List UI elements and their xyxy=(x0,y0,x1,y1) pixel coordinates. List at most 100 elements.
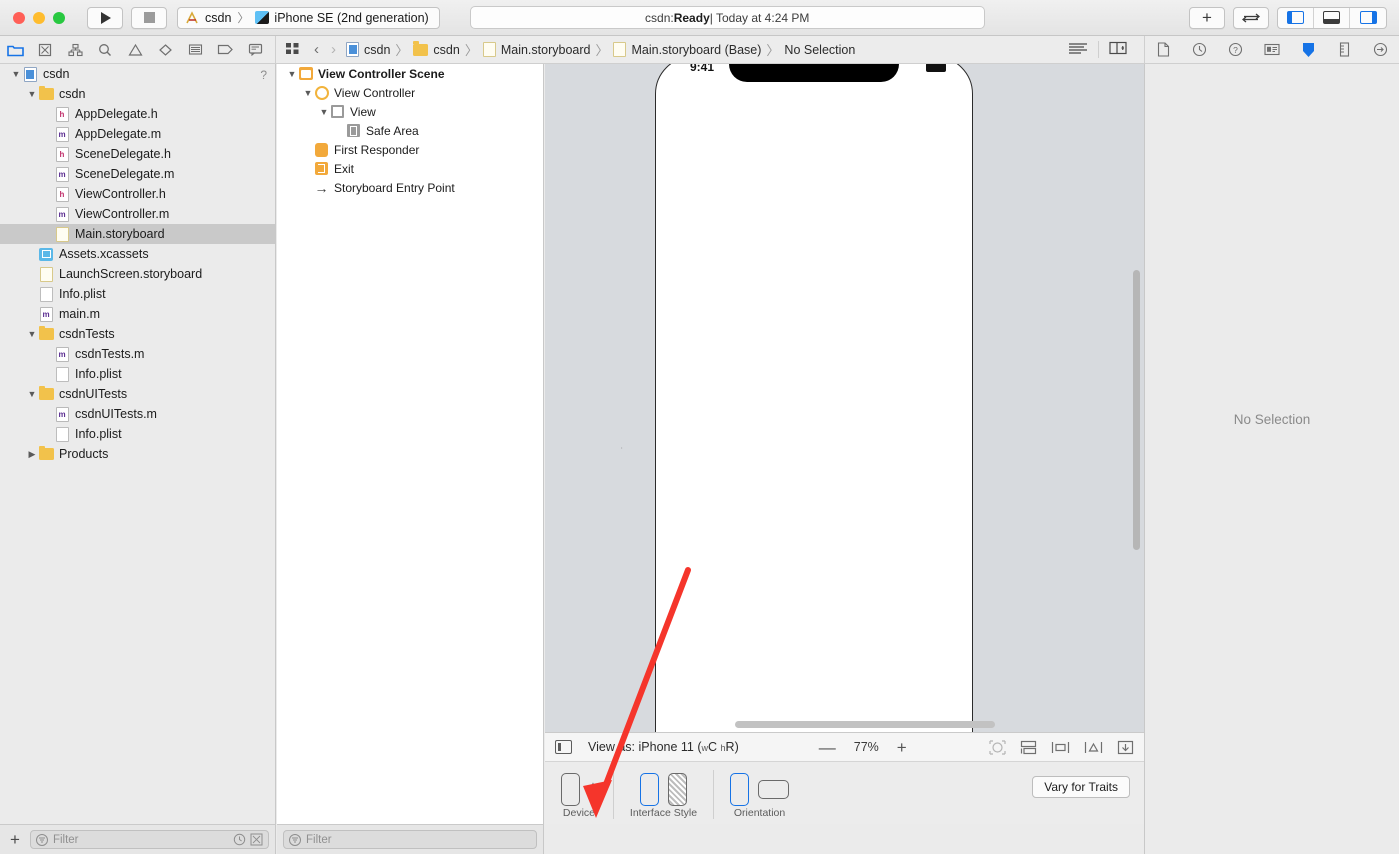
navigator-row-viewcontroller-h[interactable]: h ViewController.h xyxy=(0,184,275,204)
outline-filter-field[interactable]: Filter xyxy=(283,830,537,849)
related-items-button[interactable] xyxy=(285,41,308,58)
file-inspector-tab[interactable] xyxy=(1150,39,1176,61)
run-button[interactable] xyxy=(87,6,123,29)
navigator-row-csdnuitests-m[interactable]: m csdnUITests.m xyxy=(0,404,275,424)
update-frames-icon[interactable] xyxy=(989,739,1006,755)
device-icon[interactable] xyxy=(561,772,580,806)
navigator-row-scenedelegate-m[interactable]: m SceneDelegate.m xyxy=(0,164,275,184)
navigator-row-info-plist[interactable]: Info.plist xyxy=(0,364,275,384)
navigator-filter-field[interactable]: Filter xyxy=(29,830,269,849)
size-inspector-tab[interactable] xyxy=(1332,39,1358,61)
device-stepper[interactable]: ▲ ▼ xyxy=(589,781,597,797)
project-navigator[interactable]: ? ▼ csdn ▼ csdn h AppDelegate.h m AppDelegate.m… xyxy=(0,64,276,824)
debug-area-toggle-button[interactable] xyxy=(1314,7,1350,28)
orientation-trait-section[interactable]: Orientation xyxy=(713,770,805,819)
outline-row-view-controller-scene[interactable]: ▼ View Controller Scene xyxy=(277,64,543,83)
canvas-vertical-scrollbar[interactable] xyxy=(1133,270,1140,550)
navigator-row-products[interactable]: ▶ Products xyxy=(0,444,275,464)
disclosure-triangle[interactable]: ▼ xyxy=(318,107,330,117)
zoom-in-button[interactable]: + xyxy=(897,739,907,756)
disclosure-triangle[interactable]: ▼ xyxy=(302,88,314,98)
recent-files-icon[interactable] xyxy=(233,833,246,846)
stop-button[interactable] xyxy=(131,6,167,29)
device-trait-section[interactable]: ▲ ▼ Device xyxy=(545,770,613,819)
scheme-selector[interactable]: csdn 〉 iPhone SE (2nd generation) xyxy=(177,6,440,29)
interface-builder-canvas[interactable]: 9:41 View as: iPhone 11 (wC hR) — 77% + … xyxy=(545,64,1144,824)
disclosure-triangle[interactable]: ▼ xyxy=(26,89,38,99)
find-navigator-tab[interactable] xyxy=(90,36,120,63)
document-outline[interactable]: ▼ View Controller Scene ▼ View Controller ▼ V… xyxy=(277,64,544,824)
navigator-row-assets-xcassets[interactable]: Assets.xcassets xyxy=(0,244,275,264)
outline-row-exit[interactable]: Exit xyxy=(277,159,543,178)
close-button[interactable] xyxy=(13,11,25,24)
disclosure-triangle[interactable]: ▼ xyxy=(26,389,38,399)
breakpoint-navigator-tab[interactable] xyxy=(210,36,240,63)
quick-help-inspector-tab[interactable]: ? xyxy=(1223,39,1249,61)
navigator-row-csdn[interactable]: ▼ csdn xyxy=(0,64,275,84)
test-navigator-tab[interactable] xyxy=(150,36,180,63)
resolve-issues-icon[interactable] xyxy=(1117,740,1134,755)
editor-options-button[interactable] xyxy=(1233,6,1269,29)
interface-style-trait-section[interactable]: Interface Style xyxy=(612,770,713,819)
navigator-row-csdn[interactable]: ▼ csdn xyxy=(0,84,275,104)
minimize-button[interactable] xyxy=(33,11,45,24)
source-control-navigator-tab[interactable] xyxy=(30,36,60,63)
vary-for-traits-button[interactable]: Vary for Traits xyxy=(1032,776,1130,798)
project-navigator-tab[interactable] xyxy=(0,36,30,63)
zoom-button[interactable] xyxy=(53,11,65,24)
breadcrumb-item-group[interactable]: csdn xyxy=(409,41,463,57)
breadcrumb-item-project[interactable]: csdn xyxy=(342,42,394,57)
navigator-row-viewcontroller-m[interactable]: m ViewController.m xyxy=(0,204,275,224)
forward-button[interactable]: › xyxy=(325,41,342,58)
view-as-label[interactable]: View as: iPhone 11 (wC hR) xyxy=(588,740,739,754)
navigator-row-csdntests[interactable]: ▼ csdnTests xyxy=(0,324,275,344)
navigator-row-csdnuitests[interactable]: ▼ csdnUITests xyxy=(0,384,275,404)
align-icon[interactable] xyxy=(1051,740,1070,755)
outline-row-safe-area[interactable]: Safe Area xyxy=(277,121,543,140)
outline-row-view-controller[interactable]: ▼ View Controller xyxy=(277,83,543,102)
document-outline-toggle[interactable] xyxy=(555,740,572,754)
back-button[interactable]: ‹ xyxy=(308,41,325,58)
canvas-scroll-area[interactable]: 9:41 xyxy=(545,64,1144,732)
inspector-toggle-button[interactable] xyxy=(1350,8,1386,28)
disclosure-triangle[interactable]: ▼ xyxy=(10,69,22,79)
navigator-toggle-button[interactable] xyxy=(1278,7,1314,28)
connections-inspector-tab[interactable] xyxy=(1368,39,1394,61)
debug-navigator-tab[interactable] xyxy=(180,36,210,63)
issue-navigator-tab[interactable] xyxy=(120,36,150,63)
symbol-navigator-tab[interactable] xyxy=(60,36,90,63)
breadcrumb-item-file[interactable]: Main.storyboard xyxy=(479,42,595,57)
portrait-icon[interactable] xyxy=(730,772,750,806)
outline-row-storyboard-entry-point[interactable]: → Storyboard Entry Point xyxy=(277,178,543,197)
add-editor-button[interactable]: + xyxy=(1189,6,1225,29)
navigator-row-main-storyboard[interactable]: Main.storyboard xyxy=(0,224,275,244)
outline-row-first-responder[interactable]: First Responder xyxy=(277,140,543,159)
navigator-row-main-m[interactable]: m main.m xyxy=(0,304,275,324)
navigator-row-csdntests-m[interactable]: m csdnTests.m xyxy=(0,344,275,364)
breadcrumb-item-selection[interactable]: No Selection xyxy=(780,43,859,57)
code-review-button[interactable] xyxy=(1058,42,1098,58)
zoom-out-button[interactable]: — xyxy=(819,739,836,756)
add-constraints-icon[interactable] xyxy=(1084,740,1103,755)
view-controller-preview[interactable]: 9:41 xyxy=(655,64,973,732)
navigator-row-info-plist[interactable]: Info.plist xyxy=(0,284,275,304)
navigator-row-scenedelegate-h[interactable]: h SceneDelegate.h xyxy=(0,144,275,164)
navigator-row-info-plist[interactable]: Info.plist xyxy=(0,424,275,444)
source-control-filter-icon[interactable] xyxy=(250,833,263,846)
attributes-inspector-tab[interactable] xyxy=(1295,39,1321,61)
light-mode-icon[interactable] xyxy=(639,772,659,806)
canvas-horizontal-scrollbar[interactable] xyxy=(735,721,995,728)
landscape-icon[interactable] xyxy=(758,779,790,799)
dark-mode-icon[interactable] xyxy=(667,772,687,806)
activity-status-bar[interactable]: csdn: Ready | Today at 4:24 PM xyxy=(469,6,985,29)
navigator-row-appdelegate-h[interactable]: h AppDelegate.h xyxy=(0,104,275,124)
breadcrumb-item-base[interactable]: Main.storyboard (Base) xyxy=(609,42,765,57)
navigator-row-launchscreen-storyboard[interactable]: LaunchScreen.storyboard xyxy=(0,264,275,284)
embed-in-icon[interactable] xyxy=(1020,740,1037,755)
outline-row-view[interactable]: ▼ View xyxy=(277,102,543,121)
identity-inspector-tab[interactable] xyxy=(1259,39,1285,61)
disclosure-triangle[interactable]: ▼ xyxy=(286,69,298,79)
disclosure-triangle[interactable]: ▼ xyxy=(26,329,38,339)
navigator-row-appdelegate-m[interactable]: m AppDelegate.m xyxy=(0,124,275,144)
report-navigator-tab[interactable] xyxy=(240,36,270,63)
